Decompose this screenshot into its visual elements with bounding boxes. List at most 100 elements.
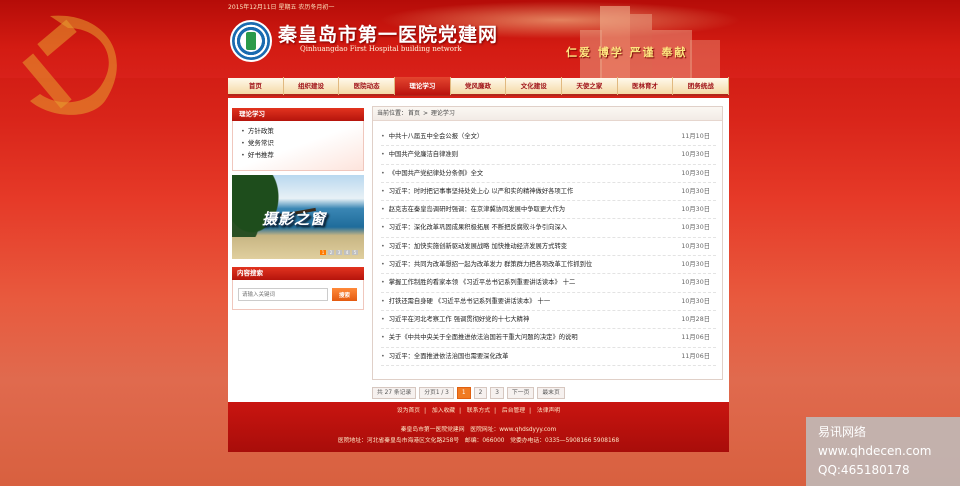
watermark-url: www.qhdecen.com xyxy=(818,444,932,458)
nav-league-united-front[interactable]: 团务统战 xyxy=(673,77,730,95)
article-title[interactable]: 习近平：时时把记事事坚持处处上心 以严和实的精神做好各项工作 xyxy=(381,183,574,200)
list-item[interactable]: 习近平：时时把记事事坚持处处上心 以严和实的精神做好各项工作 10月30日 xyxy=(381,183,716,202)
current-date: 2015年12月11日 星期五 农历冬月初一 xyxy=(228,4,335,11)
banner-dot[interactable]: 5 xyxy=(352,250,358,255)
banner-pager: 1 2 3 4 5 xyxy=(320,250,358,255)
article-title[interactable]: 中共十八届五中全会公报（全文） xyxy=(381,128,483,145)
pager-page-info: 分页1 / 3 xyxy=(419,387,454,399)
article-panel: 当前位置：首页 > 理论学习 中共十八届五中全会公报（全文） 11月10日 中国共… xyxy=(372,106,723,380)
article-title[interactable]: 赵克志在秦皇岛调研时强调：在京津冀协同发展中争取更大作为 xyxy=(381,201,565,218)
article-title[interactable]: 习近平：全面推进依法治国也需要深化改革 xyxy=(381,348,509,365)
search-input[interactable] xyxy=(238,288,328,301)
hammer-sickle-emblem xyxy=(22,15,117,115)
article-date: 10月30日 xyxy=(681,261,710,269)
banner-dot[interactable]: 3 xyxy=(336,250,342,255)
list-item[interactable]: 习近平：深化改革巩固成果积极拓展 不断把反腐败斗争引向深入 10月30日 xyxy=(381,219,716,238)
search-button[interactable]: 搜索 xyxy=(332,288,357,301)
article-title[interactable]: 习近平：深化改革巩固成果积极拓展 不断把反腐败斗争引向深入 xyxy=(381,219,567,236)
hospital-building-image xyxy=(580,6,720,80)
sidebar-section-title: 理论学习 xyxy=(232,108,364,121)
list-item[interactable]: 掌握工作制胜的看家本领 《习近平总书记系列重要讲话读本》 十二 10月30日 xyxy=(381,274,716,293)
article-title[interactable]: 习近平在河北考察工作 强调贯彻好党的十七大精神 xyxy=(381,311,530,328)
site-subtitle: Qinhuangdao First Hospital building netw… xyxy=(300,45,462,53)
list-item[interactable]: 关于《中共中央关于全面推进依法治国若干重大问题的决定》的说明 11月06日 xyxy=(381,329,716,348)
article-title[interactable]: 《中国共产党纪律处分条例》全文 xyxy=(381,165,483,182)
article-date: 10月28日 xyxy=(681,315,710,323)
watermark-company: 易讯网络 xyxy=(818,425,867,439)
main-nav: 首页 组织建设 医院动态 理论学习 党风廉政 文化建设 天使之家 医林育才 团务… xyxy=(228,77,730,96)
pager-page-1[interactable]: 1 xyxy=(456,387,471,399)
article-title[interactable]: 习近平：共同为改革想招一起为改革发力 群策群力把各项改革工作抓到位 xyxy=(381,256,593,273)
article-date: 11月06日 xyxy=(681,334,710,342)
search-section-title: 内容搜索 xyxy=(232,267,364,280)
article-title[interactable]: 习近平：加快实施创新驱动发展战略 加快推动经济发展方式转变 xyxy=(381,238,567,255)
site-title: 秦皇岛市第一医院党建网 xyxy=(278,24,499,46)
list-item[interactable]: 赵克志在秦皇岛调研时强调：在京津冀协同发展中争取更大作为 10月30日 xyxy=(381,201,716,220)
article-title[interactable]: 关于《中共中央关于全面推进依法治国若干重大问题的决定》的说明 xyxy=(381,329,578,346)
nav-organization[interactable]: 组织建设 xyxy=(284,77,340,95)
list-item[interactable]: 习近平：共同为改革想招一起为改革发力 群策群力把各项改革工作抓到位 10月30日 xyxy=(381,256,716,275)
pager-last-button[interactable]: 最末页 xyxy=(537,387,565,399)
article-date: 10月30日 xyxy=(681,187,710,195)
banner-dot[interactable]: 4 xyxy=(344,250,350,255)
pager-total: 共 27 条记录 xyxy=(372,387,417,399)
breadcrumb-prefix: 当前位置： xyxy=(377,110,408,117)
article-date: 10月30日 xyxy=(681,224,710,232)
nav-home[interactable]: 首页 xyxy=(228,77,284,95)
article-date: 10月30日 xyxy=(681,242,710,250)
list-item[interactable]: 打铁还需自身硬 《习近平总书记系列重要讲话读本》 十一 10月30日 xyxy=(381,293,716,311)
breadcrumb-home[interactable]: 首页 xyxy=(408,110,420,117)
article-list: 中共十八届五中全会公报（全文）11月10日 中国共产党廉洁自律准则10月30日 … xyxy=(373,121,722,366)
pager-page-3[interactable]: 3 xyxy=(490,387,504,399)
nav-angels-home[interactable]: 天使之家 xyxy=(562,77,618,95)
article-title[interactable]: 掌握工作制胜的看家本领 《习近平总书记系列重要讲话读本》 十二 xyxy=(381,274,576,291)
breadcrumb-separator: > xyxy=(421,110,430,117)
footer-site-info: 秦皇岛市第一医院党建网 医院网址：www.qhdsdyyy.com xyxy=(400,427,557,433)
article-date: 10月30日 xyxy=(681,206,710,214)
banner-title: 摄影之窗 xyxy=(262,210,327,228)
watermark: 易讯网络 www.qhdecen.com QQ:465180178 xyxy=(806,417,960,486)
pagination: 共 27 条记录 分页1 / 3 1 2 3 下一页 最末页 xyxy=(372,387,565,399)
footer-link-admin[interactable]: 后台管理 xyxy=(502,408,525,414)
footer-link-contact[interactable]: 联系方式 xyxy=(467,408,490,414)
nav-party-integrity[interactable]: 党风廉政 xyxy=(451,77,507,95)
list-item[interactable]: 中国共产党廉洁自律准则 10月30日 xyxy=(381,146,716,165)
article-title[interactable]: 中国共产党廉洁自律准则 xyxy=(381,146,458,163)
article-date: 11月06日 xyxy=(681,352,710,360)
site-footer: 设为首页 | 加入收藏 | 联系方式 | 后台管理 | 法律声明 秦皇岛市第一医院党建网… xyxy=(228,402,729,452)
site-header: 2015年12月11日 星期五 农历冬月初一 秦皇岛市第一医院党建网 Qinhu… xyxy=(0,0,960,115)
article-date: 10月30日 xyxy=(681,169,710,177)
sidebar-link-party-knowledge[interactable]: 党务常识 xyxy=(241,137,355,149)
footer-link-bookmark[interactable]: 加入收藏 xyxy=(432,408,455,414)
banner-dot[interactable]: 2 xyxy=(328,250,334,255)
sidebar-link-policy[interactable]: 方针政策 xyxy=(241,125,355,137)
footer-links: 设为首页 | 加入收藏 | 联系方式 | 后台管理 | 法律声明 xyxy=(396,408,561,414)
article-date: 10月30日 xyxy=(681,151,710,159)
hospital-motto: 仁爱 博学 严谨 奉献 xyxy=(566,46,688,59)
article-title[interactable]: 打铁还需自身硬 《习近平总书记系列重要讲话读本》 十一 xyxy=(381,293,550,310)
list-item[interactable]: 《中国共产党纪律处分条例》全文 10月30日 xyxy=(381,165,716,183)
breadcrumb: 当前位置：首页 > 理论学习 xyxy=(373,107,722,121)
list-item[interactable]: 习近平在河北考察工作 强调贯彻好党的十七大精神 10月28日 xyxy=(381,311,716,330)
article-date: 10月30日 xyxy=(681,279,710,287)
watermark-qq: QQ:465180178 xyxy=(818,463,910,477)
article-date: 10月30日 xyxy=(681,297,710,305)
hospital-logo[interactable] xyxy=(230,20,272,62)
list-item[interactable]: 习近平：全面推进依法治国也需要深化改革 11月06日 xyxy=(381,348,716,366)
breadcrumb-current: 理论学习 xyxy=(430,110,455,117)
photo-banner[interactable]: 摄影之窗 1 2 3 4 5 xyxy=(232,175,364,259)
list-item[interactable]: 习近平：加快实施创新驱动发展战略 加快推动经济发展方式转变 10月30日 xyxy=(381,238,716,257)
pager-page-2[interactable]: 2 xyxy=(473,387,488,399)
list-item[interactable]: 中共十八届五中全会公报（全文） 11月10日 xyxy=(381,128,716,147)
nav-theory-study[interactable]: 理论学习 xyxy=(395,77,451,95)
banner-dot[interactable]: 1 xyxy=(320,250,326,255)
nav-culture[interactable]: 文化建设 xyxy=(506,77,563,95)
search-panel: 搜索 xyxy=(232,280,364,310)
footer-link-set-home[interactable]: 设为首页 xyxy=(397,408,420,414)
nav-hospital-news[interactable]: 医院动态 xyxy=(339,77,396,95)
pager-next-button[interactable]: 下一页 xyxy=(506,387,535,399)
sidebar-link-book-recommend[interactable]: 好书推荐 xyxy=(241,149,355,161)
footer-link-legal[interactable]: 法律声明 xyxy=(537,408,560,414)
nav-talent[interactable]: 医林育才 xyxy=(618,77,674,95)
article-date: 11月10日 xyxy=(681,133,710,140)
